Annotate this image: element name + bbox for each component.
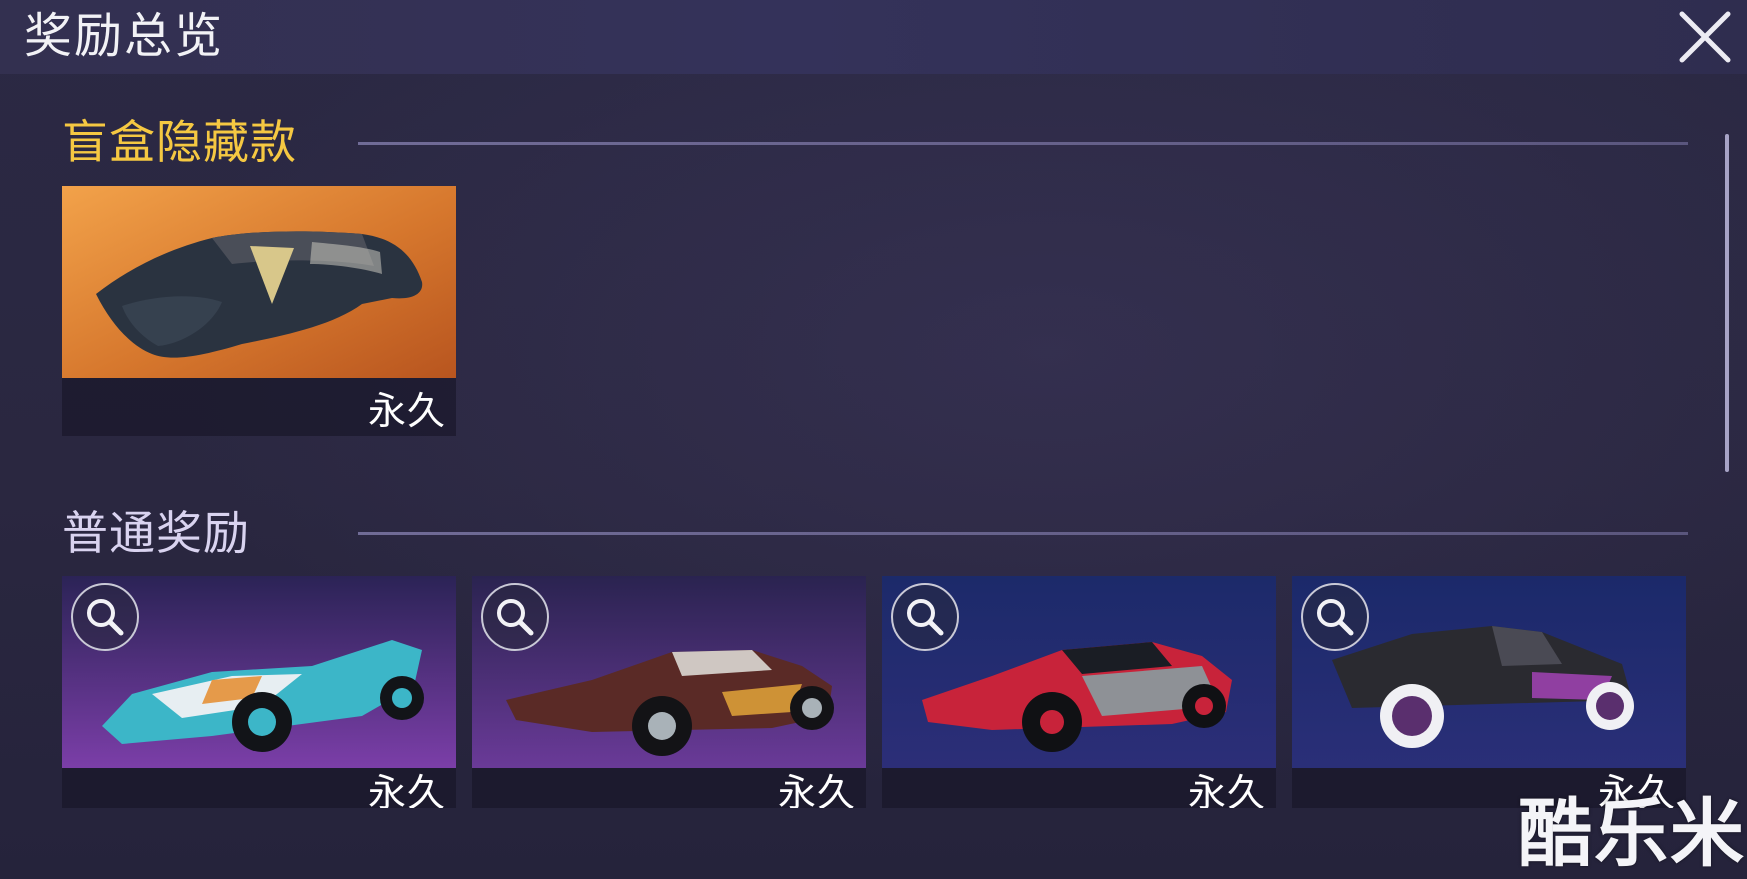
section-title-normal: 普通奖励 bbox=[62, 506, 250, 560]
section-divider bbox=[358, 142, 1688, 145]
search-icon bbox=[71, 583, 139, 651]
duration-strip: 永久 bbox=[882, 768, 1276, 808]
duration-strip: 永久 bbox=[62, 378, 456, 436]
zoom-button[interactable] bbox=[70, 582, 140, 652]
zoom-button[interactable] bbox=[480, 582, 550, 652]
close-icon bbox=[1679, 11, 1731, 63]
search-icon bbox=[891, 583, 959, 651]
page-title: 奖励总览 bbox=[24, 8, 225, 64]
duration-label: 永久 bbox=[1187, 771, 1266, 808]
reward-card[interactable]: 永久 bbox=[472, 576, 866, 808]
scrollbar[interactable] bbox=[1725, 134, 1729, 472]
reward-card[interactable]: 永久 bbox=[1292, 576, 1686, 808]
duration-label: 永久 bbox=[367, 389, 446, 433]
header-bar: 奖励总览 bbox=[0, 0, 1747, 74]
duration-strip: 永久 bbox=[62, 768, 456, 808]
search-icon bbox=[1301, 583, 1369, 651]
search-icon bbox=[481, 583, 549, 651]
duration-strip: 永久 bbox=[472, 768, 866, 808]
section-divider bbox=[358, 532, 1688, 535]
watermark: 酷乐米 bbox=[1518, 791, 1746, 877]
zoom-button[interactable] bbox=[890, 582, 960, 652]
close-button[interactable] bbox=[1676, 8, 1734, 66]
hidden-reward-card[interactable]: 永久 bbox=[62, 186, 456, 436]
covered-car-icon bbox=[62, 186, 456, 378]
section-title-hidden: 盲盒隐藏款 bbox=[62, 115, 297, 169]
duration-label: 永久 bbox=[777, 771, 856, 808]
duration-label: 永久 bbox=[367, 771, 446, 808]
zoom-button[interactable] bbox=[1300, 582, 1370, 652]
reward-card[interactable]: 永久 bbox=[62, 576, 456, 808]
reward-card[interactable]: 永久 bbox=[882, 576, 1276, 808]
